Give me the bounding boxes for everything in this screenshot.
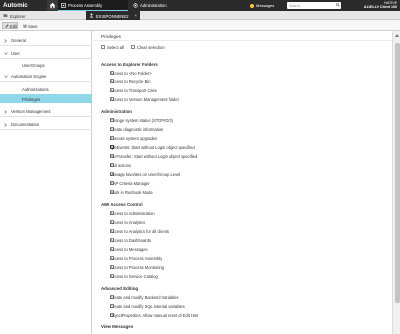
privileges-panel: Privileges Select all Clear selection Ac… — [93, 31, 392, 334]
privilege-label: Access to Analytics — [110, 220, 146, 225]
sidebar-item-authorizations[interactable]: Authorizations — [0, 84, 92, 93]
sidebar: General User UserGroups Automation Engin… — [0, 31, 92, 334]
sidebar-item-version-management[interactable]: Version Management — [0, 106, 92, 117]
clear-selection-label: Clear selection — [137, 45, 165, 50]
sidebar-item-automation-engine[interactable]: Automation Engine — [0, 71, 92, 82]
privilege-label: Manage favorites on User/Group Level — [110, 172, 181, 177]
section-title: View Messages — [101, 324, 134, 329]
privilege-label: Execute system upgrades — [110, 136, 158, 141]
sidebar-subitem-label: Authorizations — [22, 86, 49, 92]
privilege-label: Access to <No Folder> — [110, 71, 152, 76]
sidebar-subitem-label: UserGroups — [22, 62, 45, 68]
privilege-label: ObjectProperties: Allow manual reset of … — [110, 313, 199, 318]
top-bar: Automic Process Assembly Administration … — [0, 0, 400, 11]
privilege-label: Access to Process Assembly — [110, 256, 163, 261]
user-icon — [89, 13, 94, 18]
section-title: Advanced Editing — [101, 286, 139, 291]
client-info: A11ELLV Client 100 — [363, 5, 397, 10]
chevron-down-icon — [4, 51, 8, 55]
sidebar-item-usergroups[interactable]: UserGroups — [0, 60, 92, 69]
tab-process-assembly-label: Process Assembly — [68, 3, 103, 8]
editor-toolbar: Edit Save — [0, 20, 400, 31]
privilege-label: FileEvents: Start without Login object s… — [110, 145, 195, 150]
tab-object-editor-label: EXISPONNENE2 — [96, 13, 129, 19]
privilege-label: Access to Service Catalog — [110, 274, 158, 279]
privilege-label: Access to Recycle Bin — [110, 79, 151, 84]
search-icon[interactable] — [336, 3, 340, 7]
tab-explorer[interactable]: Explorer — [0, 11, 85, 20]
pencil-icon — [4, 24, 9, 28]
tab-administration[interactable]: Administration — [130, 0, 178, 11]
privilege-label: SAP Criteria Manager — [110, 181, 150, 186]
clear-selection-icon — [131, 45, 136, 50]
tab-object-editor[interactable]: EXISPONNENE2 × — [86, 11, 140, 20]
privilege-label: Access to Administration — [110, 211, 155, 216]
chevron-down-icon — [4, 74, 8, 78]
privilege-label: Create and modify Backend Variables — [110, 295, 179, 300]
sidebar-item-documentation[interactable]: Documentation — [0, 119, 92, 130]
app-logo: Automic — [3, 2, 28, 9]
vertical-scrollbar[interactable] — [392, 31, 400, 334]
privilege-label: Create diagnostic information — [110, 127, 164, 132]
sidebar-item-privileges[interactable]: Privileges — [0, 94, 92, 103]
privilege-label: Exit actions — [110, 163, 131, 168]
messages-link[interactable]: Messages — [256, 3, 274, 8]
privilege-label: Access to Version Management folder — [110, 97, 179, 102]
select-all-icon — [101, 45, 106, 50]
edit-button-label: Edit — [10, 24, 18, 30]
gears-icon — [133, 2, 138, 8]
home-icon — [49, 2, 56, 9]
close-icon[interactable]: × — [135, 13, 137, 18]
messages-icon[interactable] — [250, 3, 254, 8]
privilege-label: Change system status (STOP/GO) — [110, 118, 173, 123]
save-icon — [22, 24, 27, 28]
tab-explorer-label: Explorer — [10, 13, 26, 19]
edit-button[interactable]: Edit — [2, 22, 18, 29]
system-info: NATIVE A11ELLV Client 100 — [364, 1, 397, 9]
sidebar-item-user[interactable]: User — [0, 48, 92, 59]
privilege-label: Access to Analytics for all clients — [110, 229, 169, 234]
save-button-label: Save — [28, 24, 38, 30]
sidebar-item-label: General — [11, 38, 26, 43]
privilege-label: Create and modify SQL internal variables — [110, 304, 185, 309]
privilege-label: Access to Process Monitoring — [110, 265, 164, 270]
privilege-label: FileTransfer: Start without Login object… — [110, 154, 198, 159]
scroll-up-icon[interactable] — [395, 34, 399, 37]
privilege-label: Work in Runbook Mode — [110, 190, 153, 195]
sidebar-item-label: Documentation — [11, 122, 40, 127]
section-title: Access to Explorer Folders — [101, 62, 158, 67]
sidebar-item-label: User — [11, 51, 20, 56]
select-all-label: Select all — [107, 45, 124, 50]
folder-icon — [3, 14, 8, 17]
save-button[interactable]: Save — [20, 22, 38, 30]
chevron-right-icon — [4, 122, 7, 127]
search-input[interactable]: Search — [287, 2, 341, 9]
privilege-label: Access to Dashboards — [110, 238, 151, 243]
scrollbar-thumb[interactable] — [394, 43, 400, 303]
privilege-label: Access to Transport Case — [110, 88, 157, 93]
section-title: AWI Access Control — [101, 202, 143, 207]
sidebar-item-label: Version Management — [11, 109, 51, 114]
tab-process-assembly[interactable]: Process Assembly — [58, 0, 128, 11]
sidebar-item-general[interactable]: General — [0, 35, 92, 46]
section-title: Administration — [101, 109, 132, 114]
sidebar-item-label: Automation Engine — [11, 74, 47, 79]
document-tab-bar: Explorer EXISPONNENE2 × — [0, 11, 400, 20]
chevron-right-icon — [4, 38, 7, 43]
search-placeholder: Search — [289, 3, 301, 8]
puzzle-icon — [61, 2, 66, 8]
tab-administration-label: Administration — [140, 3, 167, 8]
sidebar-subitem-label: Privileges — [22, 96, 41, 102]
home-button[interactable] — [47, 0, 58, 11]
privilege-label: Access to Messages — [110, 247, 148, 252]
page-title: Privileges — [93, 31, 392, 41]
chevron-right-icon — [4, 109, 7, 114]
